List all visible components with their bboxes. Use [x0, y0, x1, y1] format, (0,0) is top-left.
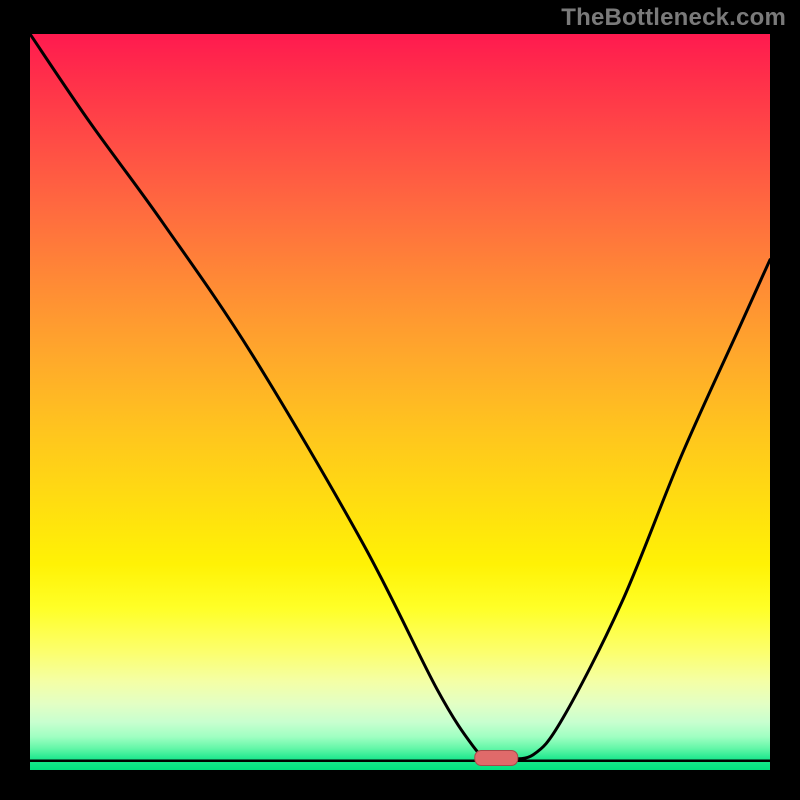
watermark-text: TheBottleneck.com — [561, 4, 786, 32]
curve-svg — [30, 34, 770, 762]
chart-frame: TheBottleneck.com — [0, 0, 800, 800]
plot-area — [30, 34, 770, 770]
optimal-marker — [474, 750, 517, 766]
bottleneck-curve-path — [30, 34, 770, 759]
